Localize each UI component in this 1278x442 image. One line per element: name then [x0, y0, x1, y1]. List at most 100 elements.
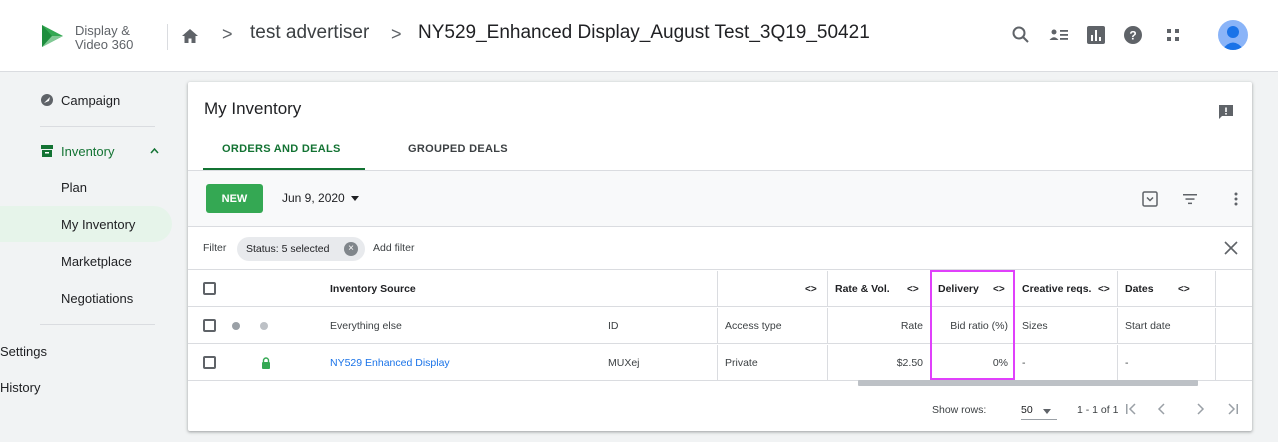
sidebar-item-plan[interactable]: Plan — [0, 169, 172, 205]
filter-list-icon[interactable] — [1181, 190, 1199, 208]
sidebar-item-label: Plan — [61, 179, 88, 195]
divider — [1014, 271, 1015, 307]
chevron-up-icon[interactable] — [150, 147, 159, 154]
column-header-name[interactable]: Everything else — [330, 308, 402, 344]
pagination-range: 1 - 1 of 1 — [1077, 404, 1119, 416]
caret-down-icon — [1043, 409, 1051, 414]
cell-start-date: - — [1125, 357, 1129, 369]
help-icon[interactable]: ? — [1122, 24, 1144, 46]
cell-access-type: Private — [725, 357, 758, 369]
columns-select-icon[interactable] — [1141, 190, 1159, 208]
row-checkbox[interactable] — [203, 356, 216, 369]
chip-label: Status: 5 selected — [246, 243, 330, 255]
remove-chip-icon[interactable]: × — [344, 242, 358, 256]
column-header-start-date[interactable]: Start date — [1125, 308, 1171, 344]
divider — [827, 271, 828, 307]
dv360-logo-icon[interactable] — [38, 22, 66, 50]
sidebar-item-marketplace[interactable]: Marketplace — [0, 243, 172, 279]
status-filter-chip[interactable]: Status: 5 selected × — [237, 237, 365, 261]
sidebar-item-label: Settings — [0, 343, 47, 359]
table-row[interactable]: NY529 Enhanced Display MUXej Private $2.… — [188, 345, 1252, 381]
last-page-icon[interactable] — [1226, 401, 1240, 417]
sidebar-item-settings[interactable]: Settings — [0, 333, 172, 369]
divider — [1215, 308, 1216, 344]
new-button[interactable]: NEW — [206, 184, 263, 213]
divider — [930, 345, 931, 381]
cell-sizes: - — [1022, 357, 1026, 369]
cell-id: MUXej — [608, 357, 640, 369]
sidebar: Campaign Inventory Plan My Inventory Mar… — [0, 73, 175, 442]
rows-per-page-select[interactable]: 50 — [1021, 402, 1057, 420]
breadcrumb-campaign[interactable]: NY529_Enhanced Display_August Test_3Q19_… — [418, 22, 870, 44]
date-dropdown[interactable]: Jun 9, 2020 — [282, 191, 359, 205]
inventory-name-link[interactable]: NY529 Enhanced Display — [330, 345, 450, 381]
next-page-icon[interactable] — [1194, 401, 1206, 417]
previous-page-icon[interactable] — [1156, 401, 1168, 417]
group-header-dates: Dates — [1125, 283, 1154, 295]
column-header-access-type[interactable]: Access type — [725, 308, 782, 344]
feedback-icon[interactable] — [1218, 104, 1234, 120]
column-header-sizes[interactable]: Sizes — [1022, 308, 1048, 344]
divider — [1117, 271, 1118, 307]
page-title: My Inventory — [204, 99, 302, 118]
add-filter-input[interactable]: Add filter — [373, 242, 414, 254]
group-header-delivery: Delivery — [938, 283, 979, 295]
show-rows-label: Show rows: — [932, 404, 987, 416]
column-header-bid-ratio[interactable]: Bid ratio (%) — [938, 308, 1008, 344]
divider — [827, 345, 828, 381]
sidebar-item-label: Negotiations — [61, 290, 134, 306]
expand-arrows-icon[interactable]: <> — [993, 271, 1005, 307]
lock-icon — [262, 357, 270, 369]
sidebar-item-negotiations[interactable]: Negotiations — [0, 280, 172, 316]
search-icon[interactable] — [1010, 24, 1032, 46]
sidebar-item-campaign[interactable]: Campaign — [0, 82, 172, 118]
filter-bar: Filter Status: 5 selected × Add filter — [188, 228, 1252, 270]
expand-arrows-icon[interactable]: <> — [1098, 271, 1110, 307]
breadcrumb-advertiser[interactable]: test advertiser — [250, 22, 369, 44]
expand-arrows-icon[interactable]: <> — [907, 271, 919, 307]
account-switch-icon[interactable] — [1048, 24, 1070, 46]
sidebar-item-my-inventory[interactable]: My Inventory — [0, 206, 172, 242]
table-group-header: Inventory Source <> Rate & Vol. <> Deliv… — [188, 271, 1252, 307]
more-vert-icon[interactable] — [1227, 190, 1245, 208]
home-icon[interactable] — [181, 27, 199, 45]
rows-per-page-value: 50 — [1021, 404, 1033, 416]
divider — [1014, 345, 1015, 381]
select-all-checkbox[interactable] — [203, 282, 216, 295]
table-column-header: Everything else ID Access type Rate Bid … — [188, 308, 1252, 344]
top-app-bar: Display & Video 360 > test advertiser > … — [0, 0, 1278, 72]
column-header-rate[interactable]: Rate — [835, 308, 923, 344]
divider — [1117, 345, 1118, 381]
sidebar-item-label: Marketplace — [61, 253, 132, 269]
horizontal-scrollbar[interactable] — [858, 380, 1198, 386]
sidebar-item-label: Campaign — [61, 92, 121, 108]
reports-icon[interactable] — [1085, 24, 1107, 46]
divider — [1215, 345, 1216, 381]
divider — [717, 308, 718, 344]
svg-text:?: ? — [1129, 29, 1136, 43]
expand-arrows-icon[interactable]: <> — [805, 271, 817, 307]
tab-grouped-deals[interactable]: GROUPED DEALS — [408, 143, 508, 155]
close-icon[interactable] — [1222, 239, 1240, 257]
sidebar-item-inventory[interactable]: Inventory — [0, 133, 172, 169]
caret-down-icon — [350, 196, 359, 202]
tab-orders-and-deals[interactable]: ORDERS AND DEALS — [222, 143, 341, 155]
divider — [717, 345, 718, 381]
column-header-id[interactable]: ID — [608, 308, 619, 344]
status-dot-icon — [260, 322, 268, 330]
divider — [167, 24, 168, 50]
first-page-icon[interactable] — [1124, 401, 1138, 417]
filter-label: Filter — [203, 242, 227, 254]
divider — [1215, 271, 1216, 307]
apps-grid-icon[interactable] — [1162, 24, 1184, 46]
group-header-rate-vol: Rate & Vol. — [835, 283, 890, 295]
inventory-box-icon — [41, 145, 53, 157]
expand-arrows-icon[interactable]: <> — [1178, 271, 1190, 307]
sidebar-item-history[interactable]: History — [0, 369, 172, 405]
divider — [717, 271, 718, 307]
row-checkbox[interactable] — [203, 319, 216, 332]
cell-rate: $2.50 — [896, 357, 923, 369]
divider — [1014, 308, 1015, 344]
table-footer: Show rows: 50 1 - 1 of 1 — [188, 392, 1252, 430]
avatar[interactable] — [1218, 20, 1248, 50]
